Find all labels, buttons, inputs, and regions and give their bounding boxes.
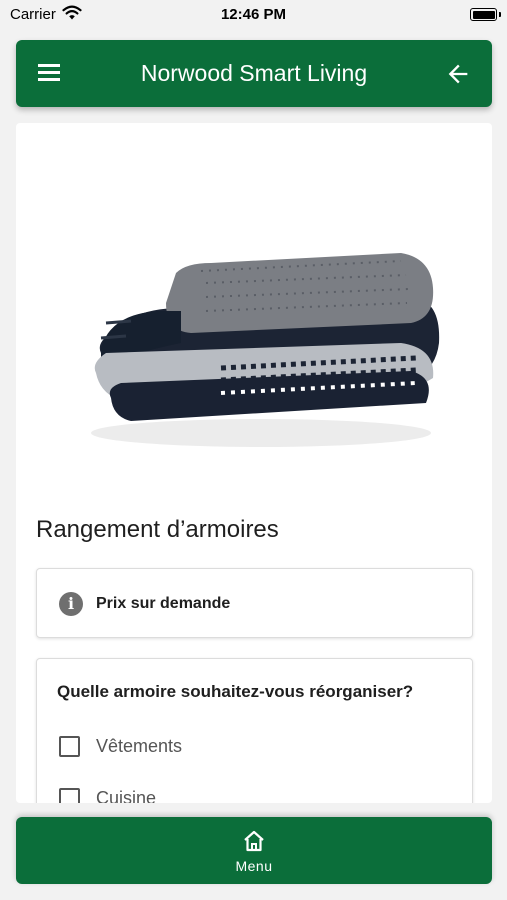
checkbox[interactable] — [59, 788, 80, 803]
option-label: Cuisine — [96, 788, 157, 803]
battery-icon — [470, 8, 497, 21]
bottom-menu-button[interactable]: Menu — [16, 817, 492, 884]
product-image — [91, 253, 440, 447]
app-title: Norwood Smart Living — [140, 60, 368, 86]
app-bar: Norwood Smart Living — [16, 40, 492, 107]
option-label: Vêtements — [96, 736, 183, 756]
clock: 12:46 PM — [220, 6, 287, 23]
status-bar: Carrier 12:46 PM — [0, 0, 507, 30]
home-icon — [244, 830, 264, 852]
product-title: Rangement d’armoires — [36, 516, 279, 543]
question-text: Quelle armoire souhaitez-vous réorganise… — [57, 682, 414, 701]
menu-label: Menu — [235, 858, 273, 874]
arrow-left-icon[interactable] — [444, 60, 472, 88]
info-icon: i — [59, 592, 83, 616]
price-text: Prix sur demande — [96, 595, 231, 612]
product-content: Rangement d’armoires i Prix sur demande … — [16, 123, 492, 803]
checkbox[interactable] — [59, 736, 80, 757]
price-card: i Prix sur demande — [36, 568, 473, 638]
battery-tip — [499, 12, 501, 17]
question-card: Quelle armoire souhaitez-vous réorganise… — [36, 658, 473, 803]
